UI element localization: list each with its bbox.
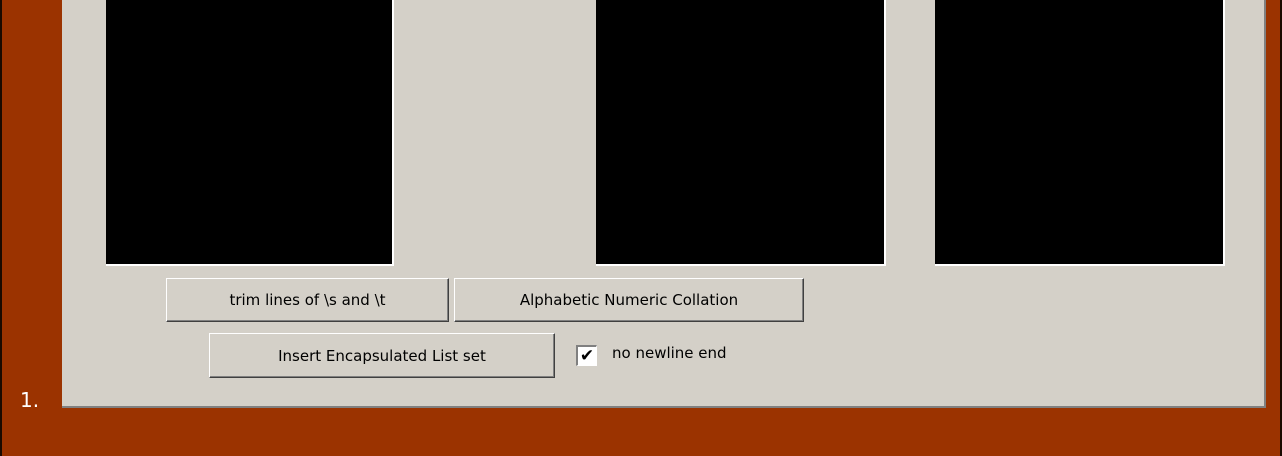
alphabetic-collation-button[interactable]: Alphabetic Numeric Collation [454, 278, 804, 322]
window-frame-left [0, 0, 10, 456]
insert-encapsulated-list-button[interactable]: Insert Encapsulated List set [209, 333, 555, 378]
text-area-middle[interactable] [596, 0, 886, 266]
text-area-input[interactable] [106, 0, 394, 266]
list-number: 1. [20, 388, 40, 412]
tool-panel: trim lines of \s and \t Alphabetic Numer… [62, 0, 1266, 408]
no-newline-end-label[interactable]: no newline end [612, 344, 727, 362]
window-frame-right [1272, 0, 1282, 456]
no-newline-end-checkbox[interactable]: ✔ [576, 345, 597, 366]
alphabetic-collation-button-label: Alphabetic Numeric Collation [519, 291, 739, 309]
text-area-output[interactable] [935, 0, 1225, 266]
trim-lines-button[interactable]: trim lines of \s and \t [166, 278, 449, 322]
checkmark-icon: ✔ [579, 345, 595, 366]
trim-lines-button-label: trim lines of \s and \t [229, 291, 386, 309]
insert-encapsulated-list-button-label: Insert Encapsulated List set [278, 346, 486, 365]
